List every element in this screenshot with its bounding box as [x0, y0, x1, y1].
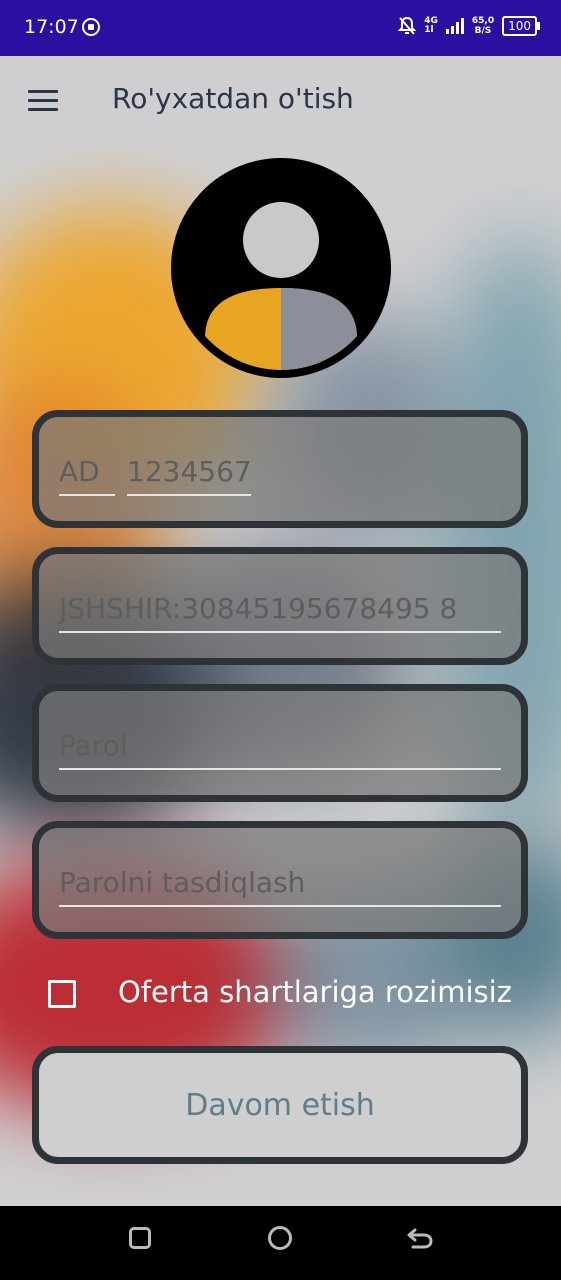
agree-checkbox[interactable] [48, 980, 76, 1008]
confirm-password-field [32, 821, 528, 939]
speed-value: 65,0 [471, 16, 495, 26]
confirm-password-input[interactable] [59, 866, 501, 907]
page-title: Ro'yxatdan o'tish [112, 82, 354, 115]
hamburger-menu-icon[interactable] [28, 90, 58, 111]
mute-icon [398, 16, 417, 36]
user-avatar-icon[interactable] [171, 158, 391, 378]
passport-number-input[interactable] [127, 455, 251, 496]
agree-label[interactable]: Oferta shartlariga rozimisiz [118, 975, 512, 1009]
continue-button[interactable]: Davom etish [32, 1046, 528, 1164]
password-field [32, 684, 528, 802]
passport-field [32, 410, 528, 528]
signal-icon [445, 18, 464, 34]
passport-series-input[interactable] [59, 455, 115, 496]
jshshir-input[interactable] [59, 592, 501, 633]
battery-icon: 100 [502, 16, 540, 36]
home-icon[interactable] [268, 1226, 292, 1250]
status-indicators: 4G 1l 65,0 B/S 100 [398, 16, 540, 36]
speed-unit: B/S [474, 26, 492, 36]
back-icon[interactable] [405, 1224, 435, 1252]
status-time: 17:07 [24, 16, 79, 38]
password-input[interactable] [59, 729, 501, 770]
recent-apps-icon[interactable] [129, 1227, 151, 1249]
network-activity: 1l [424, 25, 434, 35]
network-speed: 65,0 B/S [472, 16, 494, 36]
status-bar: 17:07 4G 1l 65,0 B/S 100 [0, 0, 561, 56]
network-type: 4G 1l [424, 17, 438, 35]
jshshir-field [32, 547, 528, 665]
screen-record-icon [82, 18, 100, 36]
